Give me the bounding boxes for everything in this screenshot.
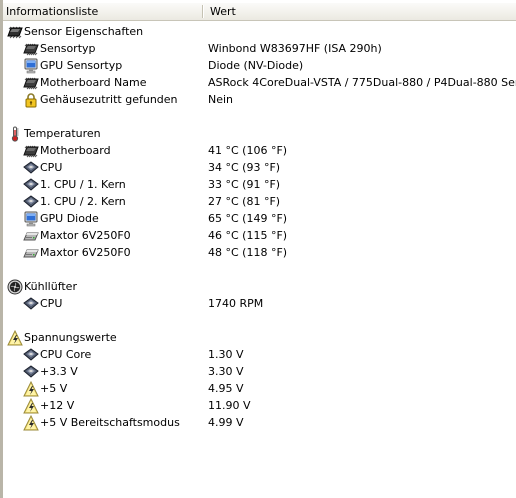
item-value: 1740 RPM	[208, 297, 264, 310]
column-divider[interactable]	[202, 5, 203, 18]
group-header[interactable]: Sensor Eigenschaften	[3, 23, 516, 40]
voltage-icon	[23, 415, 39, 431]
item-value: Winbond W83697HF (ISA 290h)	[208, 42, 382, 55]
column-header-value[interactable]: Wert	[210, 3, 510, 20]
item-value: 1.30 V	[208, 348, 244, 361]
list-item[interactable]: CPU Core 1.30 V	[3, 346, 516, 363]
item-label: Maxtor 6V250F0	[40, 246, 131, 259]
cpu-icon	[23, 296, 39, 312]
list-item[interactable]: Maxtor 6V250F0 48 °C (118 °F)	[3, 244, 516, 261]
group-header[interactable]: Temperaturen	[3, 125, 516, 142]
item-value: 11.90 V	[208, 399, 251, 412]
item-value: 4.95 V	[208, 382, 244, 395]
item-label: GPU Sensortyp	[40, 59, 123, 72]
item-label: +5 V	[40, 382, 68, 395]
list-item[interactable]: 1. CPU / 1. Kern 33 °C (91 °F)	[3, 176, 516, 193]
group-title: Spannungswerte	[24, 331, 117, 344]
list-item[interactable]: CPU 34 °C (93 °F)	[3, 159, 516, 176]
item-label: 1. CPU / 1. Kern	[40, 178, 126, 191]
item-label: Maxtor 6V250F0	[40, 229, 131, 242]
item-label: +5 V Bereitschaftsmodus	[40, 416, 180, 429]
chip-icon	[23, 75, 39, 91]
cpu-icon	[23, 160, 39, 176]
item-value: 34 °C (93 °F)	[208, 161, 281, 174]
item-value: 3.30 V	[208, 365, 244, 378]
item-label: GPU Diode	[40, 212, 99, 225]
list-item[interactable]: Sensortyp Winbond W83697HF (ISA 290h)	[3, 40, 516, 57]
cpu-icon	[23, 347, 39, 363]
group-title: Kühllüfter	[24, 280, 77, 293]
sensor-chip-icon	[7, 24, 23, 40]
list-item[interactable]: GPU Diode 65 °C (149 °F)	[3, 210, 516, 227]
item-value: 65 °C (149 °F)	[208, 212, 288, 225]
item-label: 1. CPU / 2. Kern	[40, 195, 126, 208]
item-label: +12 V	[40, 399, 75, 412]
item-value: 41 °C (106 °F)	[208, 144, 288, 157]
group-header[interactable]: Kühllüfter	[3, 278, 516, 295]
list-item[interactable]: +12 V 11.90 V	[3, 397, 516, 414]
monitor-icon	[23, 58, 39, 74]
hard-drive-icon	[23, 228, 39, 244]
item-value: 46 °C (115 °F)	[208, 229, 288, 242]
voltage-icon	[23, 398, 39, 414]
item-label: Gehäusezutritt gefunden	[40, 93, 178, 106]
item-value: Diode (NV-Diode)	[208, 59, 304, 72]
item-label: CPU	[40, 297, 63, 310]
item-label: +3.3 V	[40, 365, 78, 378]
monitor-icon	[23, 211, 39, 227]
list-item[interactable]: GPU Sensortyp Diode (NV-Diode)	[3, 57, 516, 74]
sensor-list-view[interactable]: Informationsliste Wert Sensor Eigenschaf…	[0, 0, 516, 498]
column-header-item[interactable]: Informationsliste	[6, 3, 206, 20]
cpu-icon	[23, 364, 39, 380]
fan-icon	[7, 279, 23, 295]
hard-drive-icon	[23, 245, 39, 261]
list-item[interactable]: Maxtor 6V250F0 46 °C (115 °F)	[3, 227, 516, 244]
item-label: Motherboard Name	[40, 76, 147, 89]
list-item[interactable]: +5 V Bereitschaftsmodus 4.99 V	[3, 414, 516, 431]
item-value: 27 °C (81 °F)	[208, 195, 281, 208]
list-item[interactable]: +5 V 4.95 V	[3, 380, 516, 397]
group-title: Sensor Eigenschaften	[24, 25, 144, 38]
cpu-icon	[23, 177, 39, 193]
item-value: 48 °C (118 °F)	[208, 246, 288, 259]
group-title: Temperaturen	[24, 127, 101, 140]
item-value: ASRock 4CoreDual-VSTA / 775Dual-880 / P4…	[208, 76, 516, 89]
list-item[interactable]: 1. CPU / 2. Kern 27 °C (81 °F)	[3, 193, 516, 210]
chip-icon	[23, 143, 39, 159]
item-label: CPU Core	[40, 348, 92, 361]
item-label: CPU	[40, 161, 63, 174]
list-item[interactable]: +3.3 V 3.30 V	[3, 363, 516, 380]
thermometer-icon	[7, 126, 23, 142]
item-label: Motherboard	[40, 144, 111, 157]
list-item[interactable]: CPU 1740 RPM	[3, 295, 516, 312]
column-header: Informationsliste Wert	[3, 3, 516, 21]
item-value: 4.99 V	[208, 416, 244, 429]
item-value: 33 °C (91 °F)	[208, 178, 281, 191]
list-item[interactable]: Gehäusezutritt gefunden Nein	[3, 91, 516, 108]
chip-icon	[23, 41, 39, 57]
list-item[interactable]: Motherboard 41 °C (106 °F)	[3, 142, 516, 159]
cpu-icon	[23, 194, 39, 210]
voltage-icon	[7, 330, 23, 346]
list-item[interactable]: Motherboard Name ASRock 4CoreDual-VSTA / …	[3, 74, 516, 91]
group-header[interactable]: Spannungswerte	[3, 329, 516, 346]
item-label: Sensortyp	[40, 42, 96, 55]
lock-icon	[23, 92, 39, 108]
voltage-icon	[23, 381, 39, 397]
item-value: Nein	[208, 93, 234, 106]
